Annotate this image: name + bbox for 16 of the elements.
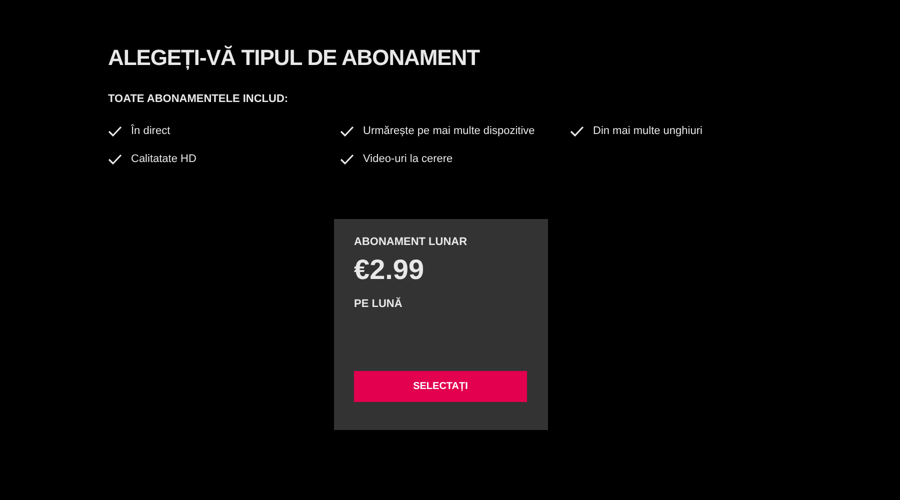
- feature-text: Video-uri la cerere: [363, 152, 453, 168]
- feature-text: Calitatate HD: [131, 152, 196, 168]
- feature-text: Urmărește pe mai multe dispozitive: [363, 124, 535, 140]
- plan-price: €2.99: [354, 253, 426, 287]
- select-button[interactable]: SELECTAȚI: [354, 371, 527, 402]
- feature-text: Din mai multe unghiuri: [593, 124, 702, 140]
- check-icon: [570, 126, 584, 137]
- page-title: ALEGEȚI-VĂ TIPUL DE ABONAMENT: [108, 44, 481, 72]
- check-icon: [340, 154, 354, 165]
- check-icon: [340, 126, 354, 137]
- includes-heading: TOATE ABONAMENTELE INCLUD:: [108, 92, 290, 106]
- feature-text: În direct: [131, 123, 170, 140]
- check-icon: [108, 126, 122, 137]
- plan-period: PE LUNĂ: [354, 297, 404, 311]
- check-icon: [108, 154, 122, 165]
- plan-name: ABONAMENT LUNAR: [354, 235, 468, 249]
